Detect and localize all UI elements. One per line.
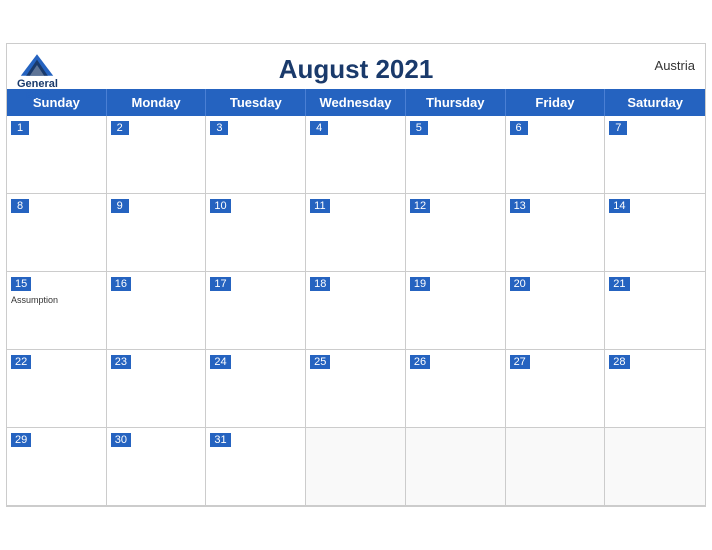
day-cell: 30 (107, 428, 207, 506)
day-cell: 28 (605, 350, 705, 428)
day-number: 19 (410, 277, 430, 291)
day-cell: 16 (107, 272, 207, 350)
day-cell: 21 (605, 272, 705, 350)
day-cell: 2 (107, 116, 207, 194)
day-cell (506, 428, 606, 506)
day-cell: 29 (7, 428, 107, 506)
day-number: 24 (210, 355, 230, 369)
day-cell: 25 (306, 350, 406, 428)
day-cell: 8 (7, 194, 107, 272)
day-number: 26 (410, 355, 430, 369)
day-cell: 19 (406, 272, 506, 350)
day-number: 4 (310, 121, 328, 135)
day-cell: 10 (206, 194, 306, 272)
day-wednesday: Wednesday (306, 89, 406, 116)
day-number: 13 (510, 199, 530, 213)
day-cell: 5 (406, 116, 506, 194)
day-number: 7 (609, 121, 627, 135)
day-tuesday: Tuesday (206, 89, 306, 116)
day-number: 6 (510, 121, 528, 135)
day-number: 17 (210, 277, 230, 291)
day-cell: 23 (107, 350, 207, 428)
day-number: 15 (11, 277, 31, 291)
day-number: 14 (609, 199, 629, 213)
day-number: 11 (310, 199, 329, 213)
day-number: 12 (410, 199, 430, 213)
day-cell: 7 (605, 116, 705, 194)
logo-general: General (17, 78, 58, 90)
day-cell: 15 Assumption (7, 272, 107, 350)
day-cell: 4 (306, 116, 406, 194)
day-monday: Monday (107, 89, 207, 116)
logo: General Blue (17, 52, 58, 102)
day-cell: 22 (7, 350, 107, 428)
day-number: 25 (310, 355, 330, 369)
day-cell: 13 (506, 194, 606, 272)
day-cell: 12 (406, 194, 506, 272)
day-number: 30 (111, 433, 131, 447)
day-cell (306, 428, 406, 506)
day-cell: 26 (406, 350, 506, 428)
logo-blue: Blue (26, 90, 50, 102)
day-cell: 6 (506, 116, 606, 194)
day-friday: Friday (506, 89, 606, 116)
day-number: 28 (609, 355, 629, 369)
day-cell: 17 (206, 272, 306, 350)
day-cell (605, 428, 705, 506)
day-cell: 20 (506, 272, 606, 350)
day-number: 5 (410, 121, 428, 135)
day-thursday: Thursday (406, 89, 506, 116)
day-number: 21 (609, 277, 629, 291)
day-number: 18 (310, 277, 330, 291)
day-number: 27 (510, 355, 530, 369)
day-cell (406, 428, 506, 506)
day-cell: 11 (306, 194, 406, 272)
calendar-header: General Blue August 2021 Austria (7, 44, 705, 89)
day-number: 3 (210, 121, 228, 135)
day-number: 10 (210, 199, 230, 213)
logo-icon (19, 52, 55, 78)
day-cell: 1 (7, 116, 107, 194)
country-label: Austria (655, 58, 695, 73)
day-cell: 3 (206, 116, 306, 194)
day-number: 16 (111, 277, 131, 291)
calendar: General Blue August 2021 Austria Sunday … (6, 43, 706, 507)
day-cell: 14 (605, 194, 705, 272)
day-number: 22 (11, 355, 31, 369)
day-cell: 24 (206, 350, 306, 428)
day-cell: 9 (107, 194, 207, 272)
day-number: 23 (111, 355, 131, 369)
holiday-label: Assumption (11, 295, 102, 305)
day-number: 29 (11, 433, 31, 447)
day-number: 2 (111, 121, 129, 135)
day-number: 20 (510, 277, 530, 291)
day-number: 31 (210, 433, 230, 447)
day-cell: 27 (506, 350, 606, 428)
day-saturday: Saturday (605, 89, 705, 116)
calendar-title: August 2021 (279, 54, 434, 85)
calendar-grid: 123456789101112131415Assumption161718192… (7, 116, 705, 506)
day-cell: 18 (306, 272, 406, 350)
days-header: Sunday Monday Tuesday Wednesday Thursday… (7, 89, 705, 116)
day-number: 1 (11, 121, 29, 135)
day-cell: 31 (206, 428, 306, 506)
day-number: 9 (111, 199, 129, 213)
day-number: 8 (11, 199, 29, 213)
